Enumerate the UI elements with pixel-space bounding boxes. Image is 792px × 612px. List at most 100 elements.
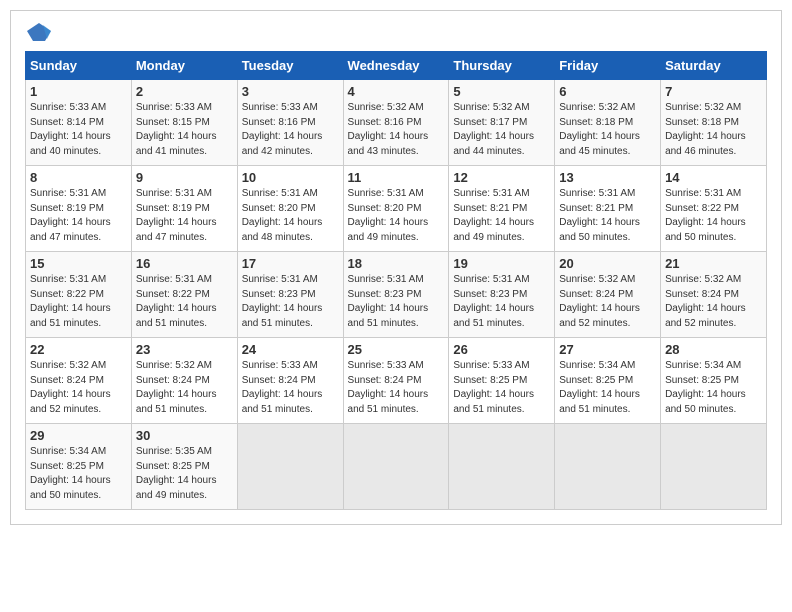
day-cell: 29 Sunrise: 5:34 AMSunset: 8:25 PMDayligh… (26, 424, 132, 510)
day-info: Sunrise: 5:31 AMSunset: 8:23 PMDaylight:… (242, 273, 339, 331)
day-info: Sunrise: 5:33 AMSunset: 8:24 PMDaylight:… (242, 359, 339, 417)
day-cell: 23 Sunrise: 5:32 AMSunset: 8:24 PMDayligh… (131, 338, 237, 424)
day-number: 6 (559, 84, 656, 99)
day-cell: 3 Sunrise: 5:33 AMSunset: 8:16 PMDaylight… (237, 80, 343, 166)
day-info: Sunrise: 5:31 AMSunset: 8:22 PMDaylight:… (136, 273, 233, 331)
day-info: Sunrise: 5:32 AMSunset: 8:18 PMDaylight:… (665, 101, 762, 159)
day-info: Sunrise: 5:32 AMSunset: 8:24 PMDaylight:… (30, 359, 127, 417)
day-number: 13 (559, 170, 656, 185)
day-info: Sunrise: 5:32 AMSunset: 8:24 PMDaylight:… (136, 359, 233, 417)
day-number: 15 (30, 256, 127, 271)
day-cell: 13 Sunrise: 5:31 AMSunset: 8:21 PMDayligh… (555, 166, 661, 252)
day-cell: 15 Sunrise: 5:31 AMSunset: 8:22 PMDayligh… (26, 252, 132, 338)
day-number: 2 (136, 84, 233, 99)
logo-icon (25, 21, 53, 43)
day-number: 24 (242, 342, 339, 357)
day-cell: 30 Sunrise: 5:35 AMSunset: 8:25 PMDayligh… (131, 424, 237, 510)
day-info: Sunrise: 5:33 AMSunset: 8:14 PMDaylight:… (30, 101, 127, 159)
day-number: 3 (242, 84, 339, 99)
day-cell (449, 424, 555, 510)
day-info: Sunrise: 5:33 AMSunset: 8:24 PMDaylight:… (348, 359, 445, 417)
day-info: Sunrise: 5:31 AMSunset: 8:20 PMDaylight:… (348, 187, 445, 245)
day-info: Sunrise: 5:33 AMSunset: 8:15 PMDaylight:… (136, 101, 233, 159)
header-row: SundayMondayTuesdayWednesdayThursdayFrid… (26, 52, 767, 80)
day-cell: 19 Sunrise: 5:31 AMSunset: 8:23 PMDayligh… (449, 252, 555, 338)
day-cell: 18Sunrise: 5:31 AMSunset: 8:23 PMDayligh… (343, 252, 449, 338)
day-cell: 16 Sunrise: 5:31 AMSunset: 8:22 PMDayligh… (131, 252, 237, 338)
day-number: 25 (348, 342, 445, 357)
day-cell: 17 Sunrise: 5:31 AMSunset: 8:23 PMDayligh… (237, 252, 343, 338)
day-number: 29 (30, 428, 127, 443)
day-cell: 1Sunrise: 5:33 AMSunset: 8:14 PMDaylight… (26, 80, 132, 166)
day-info: Sunrise: 5:31 AMSunset: 8:20 PMDaylight:… (242, 187, 339, 245)
day-number: 19 (453, 256, 550, 271)
week-row-4: 22 Sunrise: 5:32 AMSunset: 8:24 PMDayligh… (26, 338, 767, 424)
page: SundayMondayTuesdayWednesdayThursdayFrid… (10, 10, 782, 525)
day-cell: 28 Sunrise: 5:34 AMSunset: 8:25 PMDayligh… (661, 338, 767, 424)
day-cell: 10Sunrise: 5:31 AMSunset: 8:20 PMDayligh… (237, 166, 343, 252)
day-number: 27 (559, 342, 656, 357)
col-header-friday: Friday (555, 52, 661, 80)
day-info: Sunrise: 5:32 AMSunset: 8:18 PMDaylight:… (559, 101, 656, 159)
day-cell: 24 Sunrise: 5:33 AMSunset: 8:24 PMDayligh… (237, 338, 343, 424)
col-header-tuesday: Tuesday (237, 52, 343, 80)
day-cell: 12 Sunrise: 5:31 AMSunset: 8:21 PMDayligh… (449, 166, 555, 252)
day-cell: 2 Sunrise: 5:33 AMSunset: 8:15 PMDaylight… (131, 80, 237, 166)
logo (25, 21, 57, 43)
day-info: Sunrise: 5:31 AMSunset: 8:21 PMDaylight:… (453, 187, 550, 245)
week-row-2: 8Sunrise: 5:31 AMSunset: 8:19 PMDaylight… (26, 166, 767, 252)
day-cell: 25 Sunrise: 5:33 AMSunset: 8:24 PMDayligh… (343, 338, 449, 424)
day-info: Sunrise: 5:34 AMSunset: 8:25 PMDaylight:… (559, 359, 656, 417)
col-header-wednesday: Wednesday (343, 52, 449, 80)
day-info: Sunrise: 5:32 AMSunset: 8:24 PMDaylight:… (559, 273, 656, 331)
col-header-sunday: Sunday (26, 52, 132, 80)
day-number: 5 (453, 84, 550, 99)
day-cell (661, 424, 767, 510)
col-header-thursday: Thursday (449, 52, 555, 80)
day-cell: 14 Sunrise: 5:31 AMSunset: 8:22 PMDayligh… (661, 166, 767, 252)
day-number: 17 (242, 256, 339, 271)
day-cell: 11 Sunrise: 5:31 AMSunset: 8:20 PMDayligh… (343, 166, 449, 252)
day-info: Sunrise: 5:34 AMSunset: 8:25 PMDaylight:… (665, 359, 762, 417)
day-number: 28 (665, 342, 762, 357)
day-cell (555, 424, 661, 510)
day-number: 23 (136, 342, 233, 357)
day-cell: 8Sunrise: 5:31 AMSunset: 8:19 PMDaylight… (26, 166, 132, 252)
day-info: Sunrise: 5:31 AMSunset: 8:23 PMDaylight:… (348, 273, 445, 331)
week-row-1: 1Sunrise: 5:33 AMSunset: 8:14 PMDaylight… (26, 80, 767, 166)
day-cell: 27 Sunrise: 5:34 AMSunset: 8:25 PMDayligh… (555, 338, 661, 424)
day-info: Sunrise: 5:31 AMSunset: 8:22 PMDaylight:… (30, 273, 127, 331)
day-info: Sunrise: 5:31 AMSunset: 8:19 PMDaylight:… (136, 187, 233, 245)
week-row-3: 15 Sunrise: 5:31 AMSunset: 8:22 PMDayligh… (26, 252, 767, 338)
day-cell: 26 Sunrise: 5:33 AMSunset: 8:25 PMDayligh… (449, 338, 555, 424)
day-cell (237, 424, 343, 510)
day-number: 21 (665, 256, 762, 271)
day-cell: 7 Sunrise: 5:32 AMSunset: 8:18 PMDaylight… (661, 80, 767, 166)
day-info: Sunrise: 5:35 AMSunset: 8:25 PMDaylight:… (136, 445, 233, 503)
day-number: 7 (665, 84, 762, 99)
day-number: 30 (136, 428, 233, 443)
day-cell: 6 Sunrise: 5:32 AMSunset: 8:18 PMDaylight… (555, 80, 661, 166)
day-number: 12 (453, 170, 550, 185)
day-info: Sunrise: 5:31 AMSunset: 8:23 PMDaylight:… (453, 273, 550, 331)
day-number: 14 (665, 170, 762, 185)
col-header-saturday: Saturday (661, 52, 767, 80)
col-header-monday: Monday (131, 52, 237, 80)
day-info: Sunrise: 5:34 AMSunset: 8:25 PMDaylight:… (30, 445, 127, 503)
day-cell: 22 Sunrise: 5:32 AMSunset: 8:24 PMDayligh… (26, 338, 132, 424)
day-number: 26 (453, 342, 550, 357)
day-info: Sunrise: 5:32 AMSunset: 8:17 PMDaylight:… (453, 101, 550, 159)
day-info: Sunrise: 5:33 AMSunset: 8:16 PMDaylight:… (242, 101, 339, 159)
day-cell: 9 Sunrise: 5:31 AMSunset: 8:19 PMDaylight… (131, 166, 237, 252)
day-number: 9 (136, 170, 233, 185)
day-number: 16 (136, 256, 233, 271)
day-number: 20 (559, 256, 656, 271)
day-number: 11 (348, 170, 445, 185)
day-info: Sunrise: 5:32 AMSunset: 8:16 PMDaylight:… (348, 101, 445, 159)
day-info: Sunrise: 5:31 AMSunset: 8:22 PMDaylight:… (665, 187, 762, 245)
week-row-5: 29 Sunrise: 5:34 AMSunset: 8:25 PMDayligh… (26, 424, 767, 510)
day-number: 22 (30, 342, 127, 357)
day-info: Sunrise: 5:31 AMSunset: 8:21 PMDaylight:… (559, 187, 656, 245)
day-cell: 21Sunrise: 5:32 AMSunset: 8:24 PMDayligh… (661, 252, 767, 338)
day-info: Sunrise: 5:33 AMSunset: 8:25 PMDaylight:… (453, 359, 550, 417)
